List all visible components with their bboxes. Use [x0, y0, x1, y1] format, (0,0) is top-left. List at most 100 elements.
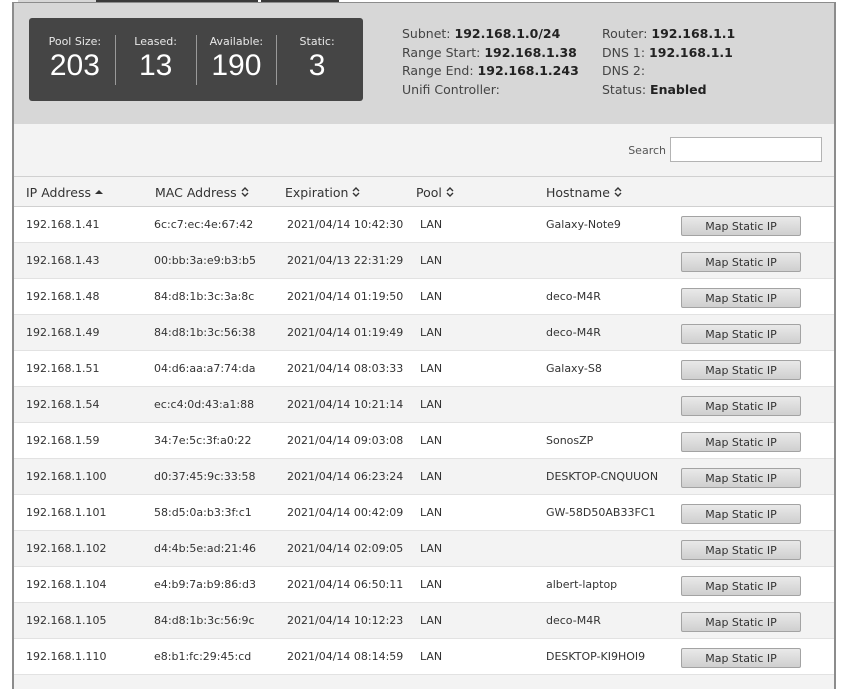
column-header-hostname[interactable]: Hostname [546, 185, 622, 200]
table-row: 192.168.1.59 34:7e:5c:3f:a0:22 2021/04/1… [14, 423, 834, 459]
cell-mac-address: 34:7e:5c:3f:a0:22 [154, 434, 252, 447]
cell-pool: LAN [420, 218, 443, 231]
map-static-ip-button[interactable]: Map Static IP [681, 396, 801, 416]
cell-pool: LAN [420, 254, 443, 267]
cell-pool: LAN [420, 578, 443, 591]
cell-expiration: 2021/04/14 08:03:33 [287, 362, 404, 375]
cell-pool: LAN [420, 398, 443, 411]
cell-expiration: 2021/04/14 00:42:09 [287, 506, 404, 519]
cell-expiration: 2021/04/14 10:42:30 [287, 218, 404, 231]
info-status: Status: Enabled [602, 81, 735, 100]
cell-expiration: 2021/04/14 10:21:14 [287, 398, 404, 411]
cell-expiration: 2021/04/14 08:14:59 [287, 650, 404, 663]
info-label: Unifi Controller: [402, 81, 500, 97]
info-value: Enabled [650, 81, 707, 97]
table-row: 192.168.1.54 ec:c4:0d:43:a1:88 2021/04/1… [14, 387, 834, 423]
column-header-ip-address[interactable]: IP Address [26, 185, 103, 200]
cell-pool: LAN [420, 326, 443, 339]
cell-hostname: DESKTOP-KI9HOI9 [546, 650, 646, 663]
cell-mac-address: 84:d8:1b:3c:3a:8c [154, 290, 255, 303]
table-row: 192.168.1.43 00:bb:3a:e9:b3:b5 2021/04/1… [14, 243, 834, 279]
cell-pool: LAN [420, 542, 443, 555]
map-static-ip-button[interactable]: Map Static IP [681, 216, 801, 236]
table-row: 192.168.1.41 6c:c7:ec:4e:67:42 2021/04/1… [14, 207, 834, 243]
map-static-ip-button[interactable]: Map Static IP [681, 468, 801, 488]
stat-leased: Leased: 13 [114, 34, 196, 85]
info-value: 192.168.1.1 [649, 44, 733, 60]
cell-ip-address: 192.168.1.59 [26, 434, 100, 447]
stat-label: Leased: [134, 34, 177, 48]
map-static-ip-button[interactable]: Map Static IP [681, 540, 801, 560]
table-row: 192.168.1.49 84:d8:1b:3c:56:38 2021/04/1… [14, 315, 834, 351]
cell-pool: LAN [420, 614, 443, 627]
column-label: Hostname [546, 185, 610, 200]
cell-ip-address: 192.168.1.49 [26, 326, 100, 339]
cell-ip-address: 192.168.1.105 [26, 614, 107, 627]
map-static-ip-button[interactable]: Map Static IP [681, 324, 801, 344]
map-static-ip-button[interactable]: Map Static IP [681, 252, 801, 272]
stat-label: Static: [299, 34, 335, 48]
cell-ip-address: 192.168.1.110 [26, 650, 107, 663]
cell-expiration: 2021/04/14 10:12:23 [287, 614, 404, 627]
cell-ip-address: 192.168.1.102 [26, 542, 107, 555]
column-header-pool[interactable]: Pool [416, 185, 454, 200]
stat-value: 190 [211, 48, 262, 82]
cell-hostname: deco-M4R [546, 614, 601, 627]
cell-hostname: deco-M4R [546, 290, 601, 303]
pool-summary: Pool Size: 203 Leased: 13 Available: 190… [14, 3, 834, 124]
search-bar: Search [14, 124, 834, 176]
map-static-ip-button[interactable]: Map Static IP [681, 648, 801, 668]
map-static-ip-button[interactable]: Map Static IP [681, 612, 801, 632]
cell-ip-address: 192.168.1.43 [26, 254, 100, 267]
table-row: 192.168.1.104 e4:b9:7a:b9:86:d3 2021/04/… [14, 567, 834, 603]
column-header-expiration[interactable]: Expiration [285, 185, 360, 200]
stat-pool-size: Pool Size: 203 [35, 35, 115, 85]
table-header: IP Address MAC Address Expiration Pool H… [14, 176, 834, 207]
info-label: Range Start: [402, 44, 481, 60]
column-label: Pool [416, 185, 442, 200]
table-row: 192.168.1.102 d4:4b:5e:ad:21:46 2021/04/… [14, 531, 834, 567]
map-static-ip-button[interactable]: Map Static IP [681, 288, 801, 308]
cell-mac-address: ec:c4:0d:43:a1:88 [154, 398, 255, 411]
cell-mac-address: e4:b9:7a:b9:86:d3 [154, 578, 256, 591]
column-header-mac-address[interactable]: MAC Address [155, 185, 249, 200]
cell-mac-address: 84:d8:1b:3c:56:38 [154, 326, 256, 339]
map-static-ip-button[interactable]: Map Static IP [681, 576, 801, 596]
cell-pool: LAN [420, 362, 443, 375]
table-row: 192.168.1.105 84:d8:1b:3c:56:9c 2021/04/… [14, 603, 834, 639]
cell-expiration: 2021/04/14 06:23:24 [287, 470, 404, 483]
map-static-ip-button[interactable]: Map Static IP [681, 432, 801, 452]
cell-ip-address: 192.168.1.100 [26, 470, 107, 483]
cell-hostname: albert-laptop [546, 578, 618, 591]
sort-icon [352, 187, 360, 197]
cell-ip-address: 192.168.1.104 [26, 578, 107, 591]
cell-expiration: 2021/04/14 01:19:49 [287, 326, 404, 339]
table-row: 192.168.1.48 84:d8:1b:3c:3a:8c 2021/04/1… [14, 279, 834, 315]
cell-mac-address: d4:4b:5e:ad:21:46 [154, 542, 256, 555]
info-label: Range End: [402, 63, 474, 78]
cell-hostname: DESKTOP-CNQUUON [546, 470, 659, 483]
cell-ip-address: 192.168.1.54 [26, 398, 100, 411]
cell-ip-address: 192.168.1.101 [26, 506, 107, 519]
cell-expiration: 2021/04/14 09:03:08 [287, 434, 404, 447]
stat-label: Pool Size: [48, 34, 102, 48]
info-value: 192.168.1.243 [477, 63, 579, 78]
cell-mac-address: d0:37:45:9c:33:58 [154, 470, 256, 483]
cell-hostname: GW-58D50AB33FC1 [546, 506, 656, 519]
cell-pool: LAN [420, 290, 443, 303]
search-input[interactable] [670, 137, 822, 162]
cell-pool: LAN [420, 470, 443, 483]
map-static-ip-button[interactable]: Map Static IP [681, 504, 801, 524]
pool-stats-box: Pool Size: 203 Leased: 13 Available: 190… [29, 18, 363, 101]
sort-icon [241, 187, 249, 197]
stat-value: 3 [308, 48, 326, 82]
table-row: 192.168.1.51 04:d6:aa:a7:74:da 2021/04/1… [14, 351, 834, 387]
search-label: Search [628, 144, 666, 157]
column-label: Expiration [285, 185, 349, 200]
info-range-end: Range End: 192.168.1.243 [402, 62, 579, 81]
pool-info-left: Subnet: 192.168.1.0/24 Range Start: 192.… [402, 25, 579, 99]
map-static-ip-button[interactable]: Map Static IP [681, 360, 801, 380]
info-value: 192.168.1.1 [651, 26, 736, 41]
info-label: Router: [602, 26, 648, 41]
stat-available: Available: 190 [195, 34, 277, 85]
